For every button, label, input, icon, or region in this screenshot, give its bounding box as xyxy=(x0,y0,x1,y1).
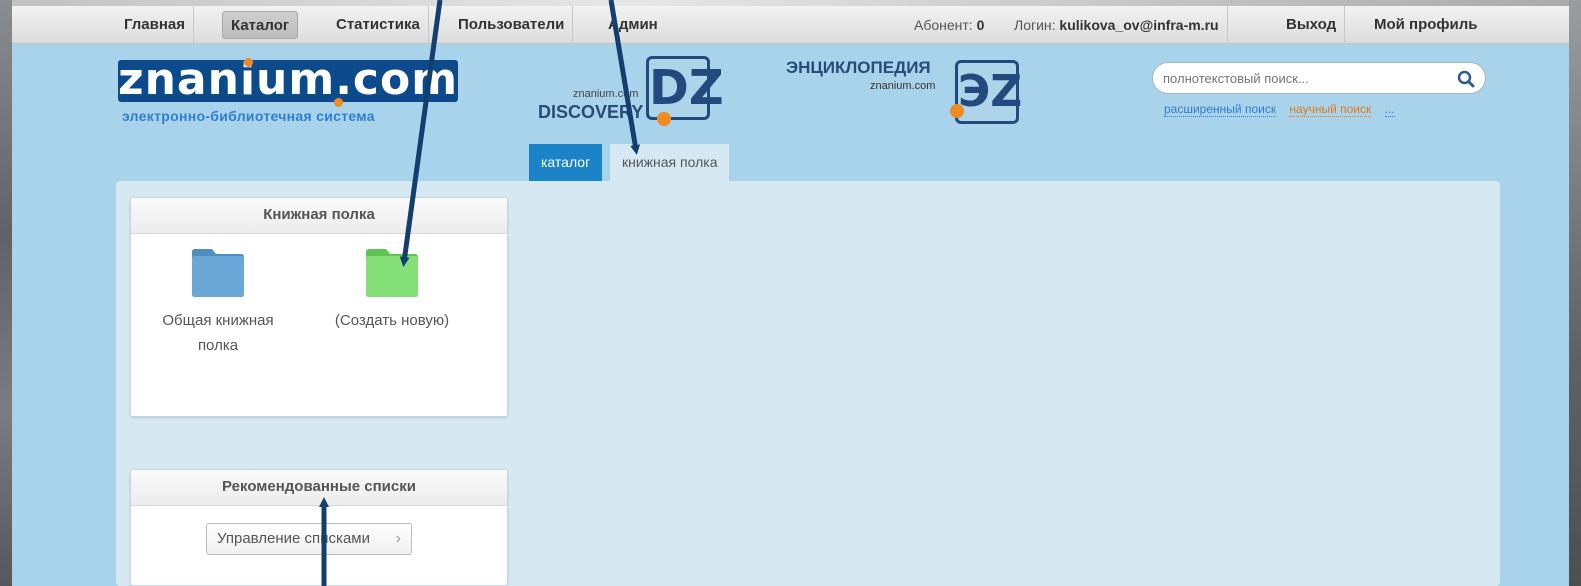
login-value: kulikova_ov@infra-m.ru xyxy=(1059,17,1219,33)
nav-admin[interactable]: Админ xyxy=(600,6,666,44)
folder-create-new[interactable]: (Создать новую) xyxy=(317,244,467,333)
slide-backdrop-left xyxy=(0,0,12,586)
manage-lists-button[interactable]: Управление списками › xyxy=(206,523,412,555)
nav-catalog[interactable]: Каталог xyxy=(222,11,299,39)
logo-dot-icon xyxy=(334,98,343,107)
search-input[interactable] xyxy=(1163,67,1443,89)
znanium-logo-text: znanium.com xyxy=(118,54,459,105)
tab-catalog[interactable]: каталог xyxy=(529,144,603,182)
scientific-search-link[interactable]: научный поиск xyxy=(1289,102,1372,117)
search-icon[interactable] xyxy=(1457,70,1475,88)
dz-dot-icon xyxy=(657,112,671,126)
abonent-value: 0 xyxy=(976,17,985,33)
search-links: расширенный поиск научный поиск ... xyxy=(1164,102,1405,117)
ez-mark: ЭZ xyxy=(958,66,1023,117)
browser-page: Главная Каталог Статистика Пользователи … xyxy=(12,6,1569,586)
main-panel: Книжная полка Общая книжная полка (Созда… xyxy=(116,181,1500,586)
chevron-right-icon: › xyxy=(395,530,401,547)
ez-logo-icon[interactable]: ЭZ xyxy=(955,60,1023,124)
abonent-label: Абонент: xyxy=(914,17,973,33)
slide-backdrop-right xyxy=(1569,0,1581,586)
discovery-logo-text[interactable]: DISCOVERY xyxy=(538,102,643,123)
logout-link[interactable]: Выход xyxy=(1278,6,1346,44)
tab-bookshelf[interactable]: книжная полка xyxy=(610,144,730,182)
login-info: Логин: kulikova_ov@infra-m.ru xyxy=(1006,6,1228,44)
nav-users[interactable]: Пользователи xyxy=(450,6,574,44)
dz-mark: DZ xyxy=(649,60,724,116)
ez-dot-icon xyxy=(950,104,964,118)
recommended-lists-title: Рекомендованные списки xyxy=(131,470,507,506)
recommended-lists-box: Рекомендованные списки Управление списка… xyxy=(130,469,508,586)
fulltext-search xyxy=(1152,62,1486,94)
login-label: Логин: xyxy=(1014,17,1056,33)
manage-lists-label: Управление списками xyxy=(217,530,370,547)
folder-green-icon xyxy=(366,249,418,297)
bookshelf-box: Книжная полка Общая книжная полка (Созда… xyxy=(130,197,508,417)
logo-subtitle: электронно-библиотечная система xyxy=(122,108,375,124)
encyclopedia-title[interactable]: ЭНЦИКЛОПЕДИЯ xyxy=(786,58,931,78)
logo-dot-icon xyxy=(244,58,253,67)
more-search-link[interactable]: ... xyxy=(1384,102,1395,117)
abonent-info: Абонент: 0 xyxy=(906,6,992,44)
folder-common-bookshelf[interactable]: Общая книжная полка xyxy=(143,244,293,358)
folder-blue-icon xyxy=(192,249,244,297)
dz-logo-icon[interactable]: DZ xyxy=(646,56,724,120)
my-profile-link[interactable]: Мой профиль xyxy=(1366,6,1486,44)
folder-label: (Создать новую) xyxy=(334,312,450,329)
bookshelf-title: Книжная полка xyxy=(131,198,507,234)
top-navigation-bar: Главная Каталог Статистика Пользователи … xyxy=(12,6,1569,44)
encyclopedia-small: znanium.com xyxy=(870,80,936,92)
folder-label: Общая книжная полка xyxy=(162,312,274,354)
znanium-logo[interactable]: znanium.com xyxy=(118,54,458,107)
discovery-logo-small: znanium.com xyxy=(573,88,639,100)
advanced-search-link[interactable]: расширенный поиск xyxy=(1164,102,1277,117)
nav-home[interactable]: Главная xyxy=(116,6,195,44)
nav-statistics[interactable]: Статистика xyxy=(328,6,429,44)
